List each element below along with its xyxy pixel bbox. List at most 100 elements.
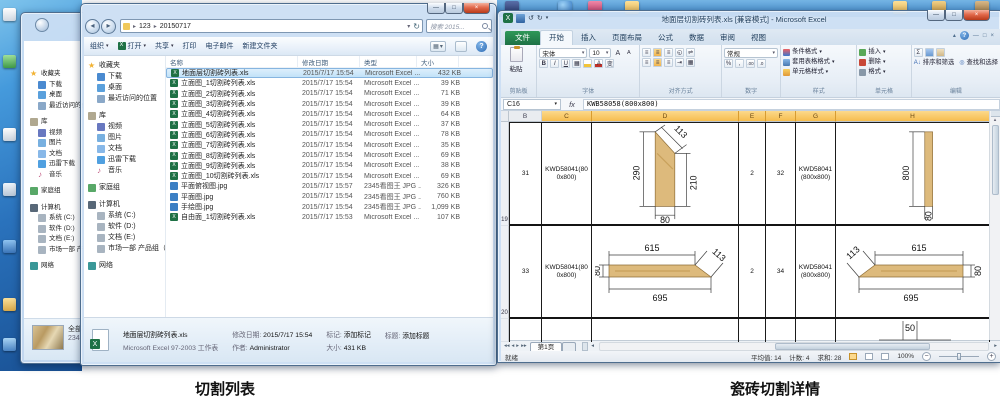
sidebar-item-drive-d[interactable]: 软件 (D:)	[88, 221, 165, 232]
sidebar-item-drive-d[interactable]: 软件 (D:)	[30, 224, 83, 235]
open-button[interactable]: X打开▾	[118, 41, 147, 51]
cell-styles-button[interactable]: 单元格样式▾	[783, 67, 854, 77]
column-header-type[interactable]: 类型	[360, 56, 417, 67]
cell-c21[interactable]	[542, 319, 592, 342]
next-sheet-icon[interactable]: ▸	[516, 343, 519, 349]
sidebar-item-drive-c[interactable]: 系统 (C:)	[30, 213, 83, 224]
first-sheet-icon[interactable]: ◂◂	[504, 343, 510, 349]
tab-file[interactable]: 文件	[505, 31, 540, 45]
comma-style-icon[interactable]: ,	[735, 59, 744, 68]
cell-c19[interactable]: KWD58041(800x800)	[542, 122, 592, 226]
sidebar-item-thunder[interactable]: 迅雷下载	[30, 159, 83, 170]
column-header-h[interactable]: H	[836, 111, 990, 122]
phonetic-button[interactable]: 变	[605, 59, 614, 68]
background-explorer-window[interactable]: ★收藏夹 下载 桌面 最近访问的位置 库 视频 图片 文档 迅雷下载 ♪音乐 家…	[20, 12, 83, 364]
desktop-icon[interactable]	[3, 338, 16, 351]
help-button[interactable]: ?	[960, 31, 969, 40]
file-row[interactable]: X自由面_1切割砖列表.xls2015/7/17 15:53Microsoft …	[166, 212, 493, 222]
wrap-text-icon[interactable]: ⇌	[686, 48, 695, 57]
workbook-restore-icon[interactable]: □	[983, 33, 987, 39]
desktop-icon[interactable]	[3, 240, 16, 253]
insert-sheet-tab[interactable]	[562, 342, 576, 352]
font-size-combo[interactable]: 10▾	[589, 48, 611, 58]
tab-insert[interactable]: 插入	[573, 31, 604, 45]
file-row[interactable]: X立面图_8切割砖列表.xls2015/7/17 15:54Microsoft …	[166, 150, 493, 160]
cell-e20[interactable]: 2	[739, 226, 766, 319]
align-right-icon[interactable]: ≡	[664, 58, 673, 67]
column-header-g[interactable]: G	[796, 111, 836, 122]
sidebar-item-videos[interactable]: 视频	[30, 128, 83, 139]
page-layout-view-icon[interactable]	[865, 353, 873, 360]
sort-filter-button[interactable]: A↓排序和筛选	[914, 58, 955, 68]
file-row[interactable]: X立面图_10切割砖列表.xls2015/7/17 15:54Microsoft…	[166, 171, 493, 181]
sidebar-item-libraries[interactable]: 库	[30, 117, 83, 128]
back-button[interactable]: ◂	[85, 19, 100, 34]
preview-pane-button[interactable]	[455, 41, 467, 52]
sidebar-item-documents[interactable]: 文档	[30, 149, 83, 160]
row-header-19[interactable]: 19	[501, 122, 509, 226]
row-header-20[interactable]: 20	[501, 226, 509, 319]
refresh-icon[interactable]: ↻	[413, 22, 420, 31]
hscroll-left-icon[interactable]: ◂	[588, 343, 597, 349]
horizontal-scrollbar[interactable]	[599, 342, 989, 351]
sidebar-item-thunder[interactable]: 迅雷下载	[88, 154, 165, 165]
zoom-level[interactable]: 100%	[897, 353, 914, 360]
maximize-button[interactable]: □	[945, 10, 963, 21]
file-row[interactable]: X立面图_5切割砖列表.xls2015/7/17 15:54Microsoft …	[166, 119, 493, 129]
sidebar-item-homegroup[interactable]: 家庭组	[88, 182, 165, 193]
address-dropdown-icon[interactable]: ▾	[407, 23, 410, 30]
cell-g19[interactable]: KWD58041(800x800)	[796, 122, 836, 226]
format-as-table-button[interactable]: 套用表格格式▾	[783, 57, 854, 67]
cell-g20[interactable]: KWD58041(800x800)	[796, 226, 836, 319]
explorer-window[interactable]: — □ × ◂ ▸ ▸ 123 ▸ 20150717 ▾ ↻ 搜索 2015..…	[80, 3, 497, 366]
sidebar-item-share[interactable]: 市场一部 产品组（专用）	[30, 245, 83, 256]
tab-formulas[interactable]: 公式	[650, 31, 681, 45]
new-folder-button[interactable]: 新建文件夹	[243, 41, 278, 51]
maximize-button[interactable]: □	[445, 3, 463, 14]
borders-button[interactable]: ▦	[572, 59, 581, 68]
address-bar[interactable]: ▸ 123 ▸ 20150717 ▾ ↻	[120, 19, 423, 33]
scrollbar-thumb[interactable]	[775, 343, 930, 350]
column-header-name[interactable]: 名称	[166, 56, 298, 67]
prev-sheet-icon[interactable]: ◂	[512, 343, 515, 349]
share-button[interactable]: 共享▾	[155, 41, 174, 51]
file-row[interactable]: 平面俯视图.jpg2015/7/17 15:572345看图王 JPG ...3…	[166, 181, 493, 191]
column-header-date[interactable]: 修改日期	[298, 56, 360, 67]
sidebar-item-drive-e[interactable]: 文档 (E:)	[30, 234, 83, 245]
percent-style-icon[interactable]: %	[724, 59, 733, 68]
desktop-icon[interactable]	[3, 298, 16, 311]
sidebar-item-pictures[interactable]: 图片	[88, 132, 165, 143]
tab-view[interactable]: 视图	[743, 31, 774, 45]
sidebar-item-drive-e[interactable]: 文档 (E:)	[88, 232, 165, 243]
column-header-b[interactable]: B	[509, 111, 542, 122]
cell-d20-tile-diagram[interactable]: 615 113 80 695	[592, 226, 739, 319]
cell-e21[interactable]	[739, 319, 766, 342]
sidebar-item-favorites[interactable]: ★收藏夹	[30, 69, 83, 80]
underline-button[interactable]: U	[561, 59, 570, 68]
zoom-slider-knob[interactable]	[957, 353, 961, 360]
clear-icon[interactable]	[936, 48, 945, 57]
back-button[interactable]	[35, 18, 49, 32]
cell-b19[interactable]: 31	[509, 122, 542, 226]
formula-input[interactable]: KWB58058(800x800)	[583, 99, 1000, 110]
scrollbar-thumb[interactable]	[992, 125, 999, 195]
scroll-up-icon[interactable]: ▴	[994, 117, 997, 123]
sidebar-item-share[interactable]: 市场一部 产品组（专用）	[88, 243, 165, 254]
add-tag-link[interactable]: 添加标记	[344, 332, 371, 339]
select-all-corner[interactable]	[501, 111, 509, 122]
cell-f21[interactable]	[766, 319, 796, 342]
increase-decimal-icon[interactable]: .00	[746, 59, 755, 68]
column-header-d[interactable]: D	[592, 111, 739, 122]
breadcrumb-segment[interactable]: 123	[136, 23, 154, 30]
sheet-tab[interactable]: 第1页	[530, 342, 563, 352]
find-select-button[interactable]: ◎查找和选择	[959, 58, 998, 68]
conditional-formatting-button[interactable]: 条件格式▾	[783, 47, 854, 57]
cell-f20[interactable]: 34	[766, 226, 796, 319]
close-button[interactable]: ×	[463, 3, 490, 14]
shrink-font-icon[interactable]: A	[624, 49, 633, 58]
sidebar-item-music[interactable]: ♪音乐	[88, 165, 165, 176]
undo-icon[interactable]: ↺	[528, 14, 534, 22]
change-view-button[interactable]: ▦▾	[430, 41, 446, 52]
tab-page-layout[interactable]: 页面布局	[604, 31, 650, 45]
delete-cells-button[interactable]: 删除▾	[859, 57, 908, 67]
